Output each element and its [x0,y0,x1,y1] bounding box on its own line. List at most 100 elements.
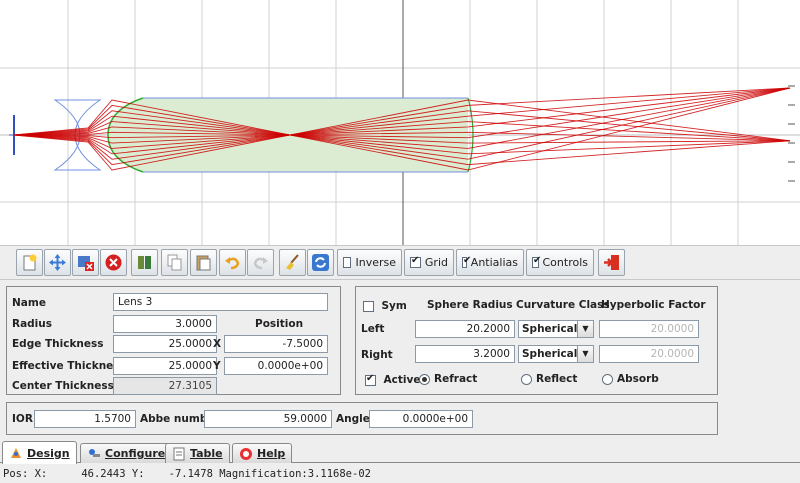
optics-drawing [0,0,800,245]
pos-y-label: Y: [131,468,145,480]
center-thickness-field: 27.3105 [113,377,217,395]
exit-door-icon [604,255,619,270]
controls-checkbox-box[interactable] [532,255,541,268]
inverse-checkbox-box[interactable] [343,257,352,268]
absorb-radio-dot[interactable] [602,373,613,385]
left-curvature-select[interactable]: Spherical ▼ [518,320,594,338]
x-position-field[interactable]: -7.5000 [224,335,328,353]
pos-x-label: Pos: X: [3,468,48,480]
angle-field[interactable]: 0.0000e+00 [369,410,473,428]
grid-checkbox[interactable]: Grid [404,249,454,276]
pos-y-value: -7.1478 [168,468,213,480]
status-bar: Pos: X: 46.2443 Y: -7.1478 Magnification… [0,466,800,483]
refract-radio-dot[interactable] [419,373,430,385]
tab-configure[interactable]: Configure [80,443,173,463]
ior-field[interactable]: 1.5700 [34,410,136,428]
help-lifebuoy-icon [240,447,252,460]
configure-tools-icon [89,448,100,457]
left-surface-label: Left [361,323,385,335]
position-label: Position [255,318,304,330]
left-radius-field[interactable]: 20.2000 [415,320,515,338]
angle-label: Angle [336,413,370,425]
reflect-radio-dot[interactable] [521,373,532,385]
table-sheet-icon [173,447,185,460]
effective-thickness-field[interactable]: 25.0000 [113,357,217,375]
radius-label: Radius [12,318,53,330]
book-icon [138,256,151,269]
effective-thickness-label: Effective Thickness [12,360,126,372]
refract-radio[interactable]: Refract [419,373,477,385]
inverse-checkbox[interactable]: Inverse [337,249,402,276]
radius-field[interactable]: 3.0000 [113,315,217,333]
absorb-radio[interactable]: Absorb [602,373,659,385]
lens-properties-panel: Name Lens 3 Radius 3.0000 Position Edge … [6,286,341,395]
chevron-down-icon: ▼ [577,346,593,362]
controls-checkbox[interactable]: Controls [526,249,594,276]
magnification-value: 3.1168e-02 [307,468,371,480]
active-label: Active [383,374,421,386]
y-label: Y [213,360,221,372]
refresh-icon [312,254,329,271]
redo-icon [253,257,268,270]
sym-label: Sym [381,300,407,312]
reflect-radio[interactable]: Reflect [521,373,577,385]
active-checkbox-box[interactable] [365,373,376,386]
name-label: Name [12,297,46,309]
right-curvature-select[interactable]: Spherical ▼ [518,345,594,363]
tab-help-label: Help [257,447,286,460]
edge-thickness-label: Edge Thickness [12,338,104,350]
copy-button[interactable] [161,249,188,276]
refract-label: Refract [434,373,478,385]
move-arrows-icon [49,254,66,271]
antialias-checkbox-box[interactable] [462,255,471,268]
left-curvature-value: Spherical [522,323,578,335]
surface-panel: Sym Sphere Radius Curvature Class Hyperb… [355,286,718,395]
redo-button[interactable] [247,249,274,276]
book-button[interactable] [131,249,158,276]
stop-button[interactable] [100,249,127,276]
right-surface-label: Right [361,349,393,361]
sym-checkbox[interactable]: Sym [363,299,407,312]
edge-thickness-field[interactable]: 25.0000 [113,335,217,353]
tab-table[interactable]: Table [165,443,230,463]
toolbar: Inverse Grid Antialias Controls [0,245,800,280]
copy-icon [167,254,182,271]
left-hyperbolic-field: 20.0000 [599,320,699,338]
hyperbolic-factor-header: Hyperbolic Factor [601,299,706,311]
name-field[interactable]: Lens 3 [113,293,328,311]
grid-checkbox-box[interactable] [410,255,421,268]
delete-component-button[interactable] [72,249,99,276]
ior-label: IOR [12,413,33,425]
antialias-checkbox[interactable]: Antialias [456,249,524,276]
chevron-down-icon: ▼ [577,321,593,337]
undo-icon [225,257,240,270]
tab-table-label: Table [190,447,223,460]
optical-canvas[interactable] [0,0,800,245]
abbe-number-field[interactable]: 59.0000 [204,410,332,428]
y-position-field[interactable]: 0.0000e+00 [224,357,328,375]
right-curvature-value: Spherical [522,348,578,360]
tab-configure-label: Configure [105,447,166,460]
grid-label: Grid [424,256,448,269]
magnification-label: Magnification: [219,468,308,480]
refresh-button[interactable] [307,249,334,276]
right-radius-field[interactable]: 3.2000 [415,345,515,363]
clean-button[interactable] [279,249,306,276]
paste-button[interactable] [190,249,217,276]
exit-button[interactable] [598,249,625,276]
tab-bar: Design Configure Table Help [0,441,800,464]
center-thickness-label: Center Thickness [12,380,114,392]
curvature-class-header: Curvature Class [516,299,610,311]
sym-checkbox-box[interactable] [363,300,374,312]
move-button[interactable] [44,249,71,276]
tab-help[interactable]: Help [232,443,293,463]
controls-label: Controls [542,256,589,269]
material-panel: IOR 1.5700 Abbe number 59.0000 Angle 0.0… [6,402,718,435]
new-button[interactable] [16,249,43,276]
antialias-label: Antialias [470,256,518,269]
reflect-label: Reflect [536,373,578,385]
undo-button[interactable] [219,249,246,276]
tab-design[interactable]: Design [2,441,77,464]
active-checkbox[interactable]: Active [365,373,420,386]
absorb-label: Absorb [617,373,659,385]
